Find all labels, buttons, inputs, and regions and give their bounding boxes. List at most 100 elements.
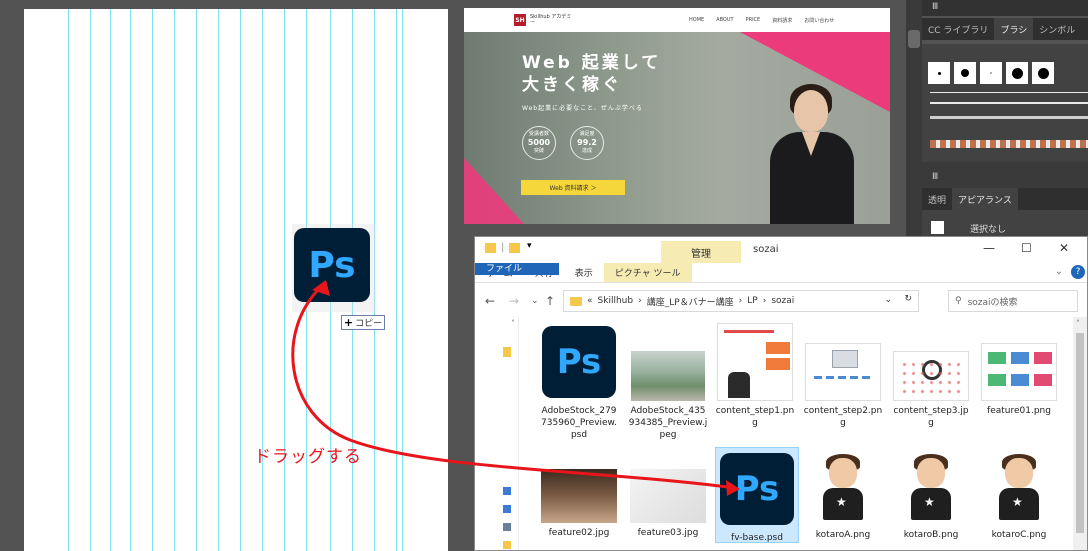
refresh-icon[interactable]: ↻ xyxy=(904,294,912,304)
forward-icon[interactable]: → xyxy=(509,294,519,308)
up-icon[interactable]: ↑ xyxy=(545,294,555,308)
file-item[interactable]: ★ kotaroC.png xyxy=(977,449,1061,541)
nav-item-icon[interactable] xyxy=(503,487,511,495)
column-guide-line xyxy=(396,9,397,551)
column-guide-line xyxy=(240,9,241,551)
brush-dot[interactable] xyxy=(954,62,976,84)
brush-stroke[interactable] xyxy=(930,102,1088,104)
scroll-up-icon[interactable]: ˄ xyxy=(1076,319,1080,328)
column-guide-line xyxy=(196,9,197,551)
brush-library xyxy=(922,44,1088,162)
file-name: content_step3.jpg xyxy=(893,406,969,428)
recent-dropdown-icon[interactable]: ⌄ xyxy=(531,296,539,306)
file-name: fv-base.psd xyxy=(731,533,783,543)
ps-icon-text: Ps xyxy=(556,342,602,382)
tab-symbol[interactable]: シンボル xyxy=(1033,18,1081,40)
tab-brush[interactable]: ブラシ xyxy=(994,18,1034,40)
brush-stroke[interactable] xyxy=(930,92,1088,93)
column-guide-line xyxy=(402,9,403,551)
lp-subtext: Web起業に必要なこと、ぜんぶ学べる xyxy=(522,105,643,112)
nav-item-icon[interactable] xyxy=(503,505,511,513)
nav-item-icon[interactable] xyxy=(503,541,511,549)
brush-dot[interactable] xyxy=(1032,62,1054,84)
file-name: feature02.jpg xyxy=(548,528,610,538)
illustrator-artboard[interactable]: Ps + コピー xyxy=(24,9,448,551)
file-item[interactable]: feature01.png xyxy=(977,323,1061,417)
lp-menu-item: ABOUT xyxy=(716,17,734,23)
search-box[interactable]: ⚲ sozaiの検索 xyxy=(948,290,1078,312)
back-icon[interactable]: ← xyxy=(485,294,495,308)
lp-menu: HOME ABOUT PRICE 資料請求 お問い合わせ xyxy=(689,17,834,24)
breadcrumb-item[interactable]: sozai xyxy=(771,296,794,306)
breadcrumb-sep[interactable]: › xyxy=(739,296,743,306)
nav-item-icon[interactable] xyxy=(503,523,511,531)
maximize-icon[interactable]: ☐ xyxy=(1021,241,1032,255)
file-item-selected[interactable]: Ps fv-base.psd xyxy=(715,447,799,543)
tab-cc-library[interactable]: CC ライブラリ xyxy=(922,18,994,40)
search-icon: ⚲ xyxy=(955,296,962,306)
copy-tooltip-label: コピー xyxy=(355,319,383,329)
ribbon-tab-file[interactable]: ファイル xyxy=(475,263,559,275)
lp-headline-line1: Web 起業して xyxy=(522,53,662,73)
file-item[interactable]: ★ kotaroA.png xyxy=(801,449,885,541)
breadcrumb-sep[interactable]: › xyxy=(638,296,642,306)
navigation-pane[interactable]: ˄ xyxy=(475,317,519,550)
breadcrumb-item[interactable]: LP xyxy=(747,296,757,306)
badge-value: 99.2 xyxy=(577,138,597,147)
ribbon-tab-view[interactable]: 表示 xyxy=(564,263,604,282)
panel-tabs-top: CC ライブラリ ブラシ シンボル xyxy=(922,18,1088,40)
address-bar[interactable]: « Skillhub › 講座_LP＆バナー講座 › LP › sozai ⌄ … xyxy=(563,290,919,312)
brush-dot[interactable] xyxy=(980,62,1002,84)
column-guide-line xyxy=(152,9,153,551)
ribbon-tab-picture-tools[interactable]: ピクチャ ツール xyxy=(603,263,692,282)
file-item[interactable]: content_step3.jpg xyxy=(889,323,973,429)
panel-dock-edge xyxy=(906,0,922,236)
file-item[interactable]: AdobeStock_435934385_Preview.jpeg xyxy=(626,323,710,441)
brush-stroke[interactable] xyxy=(930,116,1088,119)
tab-appearance[interactable]: アピアランス xyxy=(952,188,1018,210)
kotaro-character: ★ xyxy=(984,452,1054,522)
file-item[interactable]: feature02.jpg xyxy=(537,449,621,539)
lp-nav: SH Skillhub アカデミー HOME ABOUT PRICE 資料請求 … xyxy=(464,8,890,32)
help-icon[interactable]: ? xyxy=(1071,265,1085,279)
ps-icon-text: Ps xyxy=(734,469,780,509)
file-item[interactable]: content_step1.png xyxy=(713,323,797,429)
file-item[interactable]: ★ kotaroB.png xyxy=(889,449,973,541)
image-thumbnail xyxy=(893,351,969,401)
image-thumbnail xyxy=(805,343,881,401)
scroll-up-icon[interactable]: ˄ xyxy=(511,319,515,328)
lp-menu-item: 資料請求 xyxy=(772,18,793,24)
panel-header-strip: Ⅲ xyxy=(922,0,1088,16)
lp-logo-text: Skillhub アカデミー xyxy=(530,14,572,26)
breadcrumb-item[interactable]: 講座_LP＆バナー講座 xyxy=(647,295,734,308)
image-thumbnail xyxy=(717,323,793,401)
lp-headline-line2: 大きく稼ぐ xyxy=(522,75,622,95)
address-dropdown-icon[interactable]: ⌄ xyxy=(884,295,892,305)
scrollbar-thumb[interactable] xyxy=(1076,333,1084,533)
breadcrumb-sep[interactable]: › xyxy=(763,296,767,306)
scrollbar[interactable]: ˄ xyxy=(1073,317,1087,550)
image-thumbnail xyxy=(981,343,1057,401)
lp-headline: Web 起業して 大きく稼ぐ xyxy=(522,52,661,96)
breadcrumb-item[interactable]: « xyxy=(587,296,593,306)
context-tab-manage[interactable]: 管理 xyxy=(661,241,741,263)
file-item[interactable]: feature03.jpg xyxy=(626,449,710,539)
file-item[interactable]: Ps AdobeStock_279735960_Preview.psd xyxy=(537,323,621,441)
brush-pattern[interactable] xyxy=(930,140,1088,148)
brush-dot[interactable] xyxy=(928,62,950,84)
close-icon[interactable]: ✕ xyxy=(1059,241,1069,255)
search-placeholder: sozaiの検索 xyxy=(967,297,1018,308)
tab-transparency[interactable]: 透明 xyxy=(922,188,952,210)
lp-logo-mark: SH xyxy=(514,14,526,26)
ribbon-expand-icon[interactable]: ⌄ xyxy=(1055,266,1063,277)
file-item[interactable]: content_step2.png xyxy=(801,323,885,429)
selection-label: 選択なし xyxy=(970,225,1007,235)
quick-access-dropdown-icon[interactable]: ▾ xyxy=(527,241,532,251)
lp-cta-button: Web 資料請求 ＞ xyxy=(521,180,625,195)
nav-folder-icon[interactable] xyxy=(503,347,511,357)
breadcrumb-item[interactable]: Skillhub xyxy=(598,296,634,306)
minimize-icon[interactable]: — xyxy=(983,241,995,255)
drag-instruction-label: ドラッグする xyxy=(254,447,362,467)
brush-dot[interactable] xyxy=(1006,62,1028,84)
lp-menu-item: PRICE xyxy=(745,17,761,23)
